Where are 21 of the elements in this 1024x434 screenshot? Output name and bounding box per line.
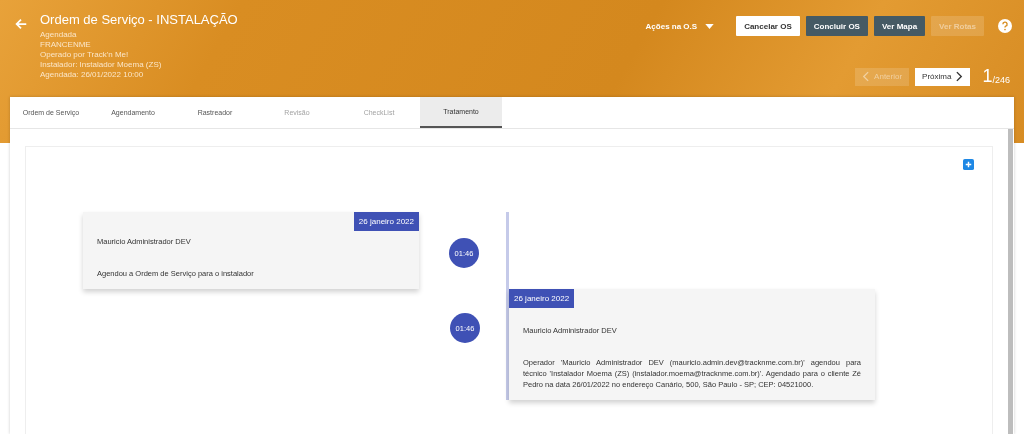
back-arrow-icon[interactable] — [14, 17, 28, 31]
action-button[interactable]: Concluir OS — [805, 16, 868, 36]
chevron-left-icon — [862, 71, 870, 82]
page-title: Ordem de Serviço - INSTALAÇÃO — [40, 12, 238, 28]
page-total: /246 — [992, 74, 1010, 85]
detail-text: Operado por Track'n Me! — [40, 50, 130, 60]
date-badge: 26 janeiro 2022 — [353, 212, 419, 231]
page-number: 1 — [982, 66, 993, 87]
detail-text: Agendada: 26/01/2022 10:00 — [40, 70, 145, 80]
next-button[interactable]: Próxima — [915, 67, 971, 86]
detail-text: Instalador: Instalador Moema (ZS) — [40, 60, 163, 70]
chevron-right-icon — [956, 71, 964, 82]
caret-icon — [705, 23, 715, 29]
detail-text: Agendada — [40, 30, 78, 40]
scrollbar[interactable] — [1008, 129, 1013, 434]
help-icon[interactable] — [998, 19, 1012, 33]
add-icon[interactable] — [963, 159, 974, 170]
action-button[interactable]: Cancelar OS — [736, 16, 800, 36]
action-button[interactable]: Ver Mapa — [873, 16, 926, 36]
date-badge: 26 janeiro 2022 — [509, 289, 575, 308]
detail-text: FRANCENME — [40, 40, 92, 50]
